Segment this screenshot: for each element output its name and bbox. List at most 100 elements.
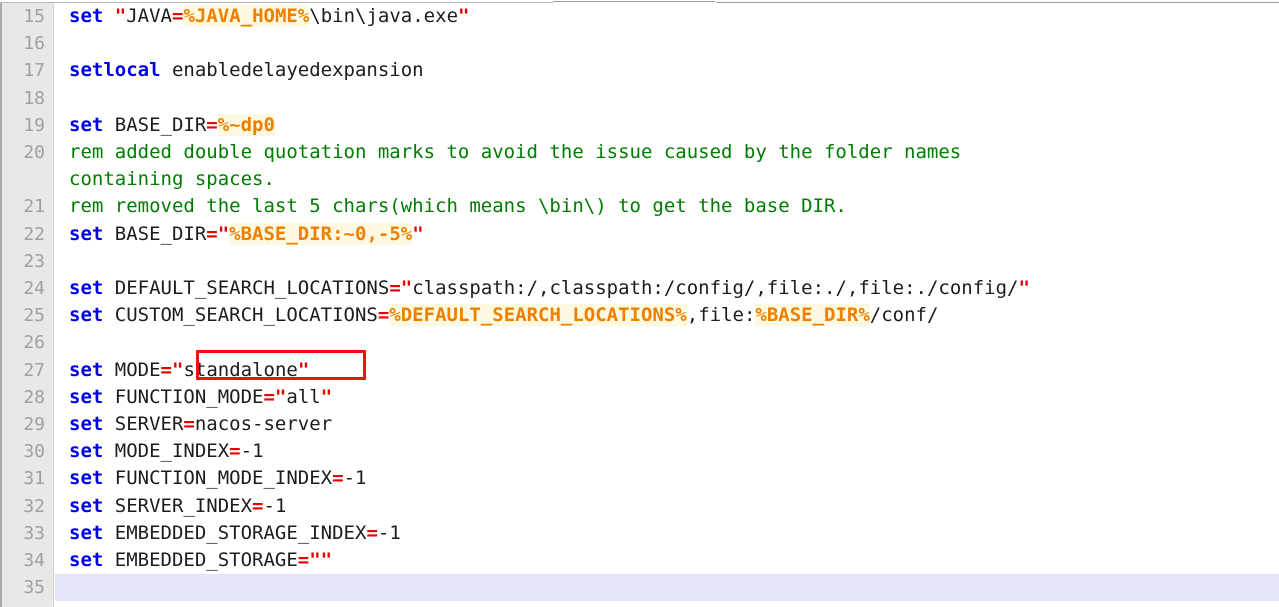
code-line[interactable] [55,329,1279,356]
token-pl: -1 [377,521,401,544]
code-line[interactable] [55,248,1279,275]
code-line-text: set MODE="standalone" [69,357,309,384]
token-pl: DEFAULT_SEARCH_LOCATIONS [103,277,390,299]
token-op: = [160,358,172,381]
token-pl: BASE_DIR [103,113,207,136]
token-cmt: containing spaces. [69,168,275,191]
token-op: " [1018,277,1030,299]
line-number: 17 [23,60,45,82]
code-content-area[interactable]: set "JAVA=%JAVA_HOME%\bin\java.exe" setlo… [55,0,1279,607]
code-line[interactable] [55,30,1279,57]
code-line[interactable]: rem removed the last 5 chars(which means… [55,193,1279,220]
token-pl: EMBEDDED_STORAGE_INDEX [103,521,367,544]
token-pl: SERVER_INDEX [103,494,253,517]
token-kw: set [69,549,104,571]
top-edge-line-mid [553,1,715,2]
code-line[interactable]: set MODE_INDEX=-1 [55,438,1279,465]
token-op: " [320,385,333,408]
top-edge-line-right [716,2,1279,3]
token-kw: set [69,277,104,299]
token-pl: \bin\java.exe [309,5,459,27]
code-line[interactable]: set EMBEDDED_STORAGE_INDEX=-1 [55,520,1279,547]
token-pl: MODE [103,358,161,381]
code-line-wrapped[interactable]: containing spaces. [55,166,1279,193]
token-kw: set [69,413,104,435]
token-op: =" [263,385,287,408]
code-line-text: set EMBEDDED_STORAGE="" [69,547,332,574]
token-pl: standalone [183,358,298,381]
code-line[interactable]: set EMBEDDED_STORAGE="" [55,547,1279,574]
token-kw: set [69,113,104,136]
code-line-text: containing spaces. [69,166,275,193]
token-op: = [229,440,241,463]
token-op: =" [389,277,413,299]
token-op: = [252,494,264,517]
code-line[interactable] [55,601,1279,607]
line-number: 20 [23,142,45,163]
code-line[interactable]: set BASE_DIR=%~dp0 [55,112,1279,139]
token-pl: JAVA [126,5,172,27]
token-pl: all [286,385,321,408]
line-number-gutter[interactable]: 15 16 17 18 19 20 21 22 23 24 25 26 27 28 29 30 31 32 33 34… [0,0,54,607]
line-number: 24 [23,278,45,299]
line-number: 27 [23,359,45,381]
code-line[interactable] [55,574,1279,602]
line-number: 28 [23,386,45,408]
code-editor[interactable]: 15 16 17 18 19 20 21 22 23 24 25 26 27 28 29 30 31 32 33 34… [0,0,1279,607]
token-kw: setlocal [69,59,161,82]
code-line-text: rem removed the last 5 chars(which means… [69,193,847,220]
code-line[interactable]: set FUNCTION_MODE_INDEX=-1 [55,465,1279,492]
code-line-text: setlocal enabledelayedexpansion [69,57,424,84]
code-line-text: set SERVER_INDEX=-1 [69,493,286,520]
token-var: %JAVA_HOME% [183,5,310,27]
line-number: 18 [23,87,45,109]
code-line[interactable]: set FUNCTION_MODE="all" [55,384,1279,411]
token-op: =" [206,222,230,245]
code-line[interactable]: set MODE="standalone" [55,357,1279,384]
token-pl: -1 [343,467,367,490]
code-line-text: set BASE_DIR=%~dp0 [69,112,275,139]
code-line[interactable]: set "JAVA=%JAVA_HOME%\bin\java.exe" [55,3,1279,30]
token-kw: set [69,440,104,463]
code-line-text: set FUNCTION_MODE_INDEX=-1 [69,465,366,492]
line-number: 26 [23,332,45,354]
token-pl: nacos-server [194,413,333,435]
token-pl: EMBEDDED_STORAGE [103,549,298,571]
token-pl: BASE_DIR [103,222,207,245]
token-pl: classpath:/,classpath:/config/,file:./,f… [412,277,1019,299]
code-line[interactable]: setlocal enabledelayedexpansion [55,57,1279,84]
code-line-text: set EMBEDDED_STORAGE_INDEX=-1 [69,520,401,547]
code-line[interactable]: set SERVER_INDEX=-1 [55,493,1279,520]
code-line[interactable]: rem added double quotation marks to avoi… [55,139,1279,166]
token-kw: set [69,467,104,490]
line-number: 25 [23,305,45,327]
code-line[interactable]: set CUSTOM_SEARCH_LOCATIONS=%DEFAULT_SEA… [55,302,1279,329]
token-op: " [171,358,184,381]
line-number: 33 [23,522,45,544]
token-pl: /conf/ [869,304,939,327]
code-line-text: set "JAVA=%JAVA_HOME%\bin\java.exe" [69,3,469,30]
code-line[interactable]: set SERVER=nacos-server [55,411,1279,438]
code-line-text: set FUNCTION_MODE="all" [69,384,332,411]
code-line-text: set DEFAULT_SEARCH_LOCATIONS="classpath:… [69,275,1030,302]
line-number: 31 [23,468,45,490]
token-op: = [172,5,184,27]
gutter-right-border [53,0,54,607]
code-line[interactable]: set BASE_DIR="%BASE_DIR:~0,-5%" [55,221,1279,248]
window-top-edge [0,0,1279,3]
token-op: ="" [297,549,333,571]
gutter-left-border [0,0,2,607]
token-op: = [332,467,344,490]
line-number: 21 [23,196,45,218]
token-pl: enabledelayedexpansion [160,59,424,82]
token-op: = [183,413,195,435]
token-var: %BASE_DIR% [755,304,870,327]
token-var: %DEFAULT_SEARCH_LOCATIONS% [389,304,687,327]
code-line[interactable] [55,85,1279,112]
line-number: 34 [23,550,45,571]
token-pl: MODE_INDEX [103,440,230,463]
token-pl: CUSTOM_SEARCH_LOCATIONS [103,304,378,327]
code-line[interactable]: set DEFAULT_SEARCH_LOCATIONS="classpath:… [55,275,1279,302]
token-kw: set [69,385,104,408]
